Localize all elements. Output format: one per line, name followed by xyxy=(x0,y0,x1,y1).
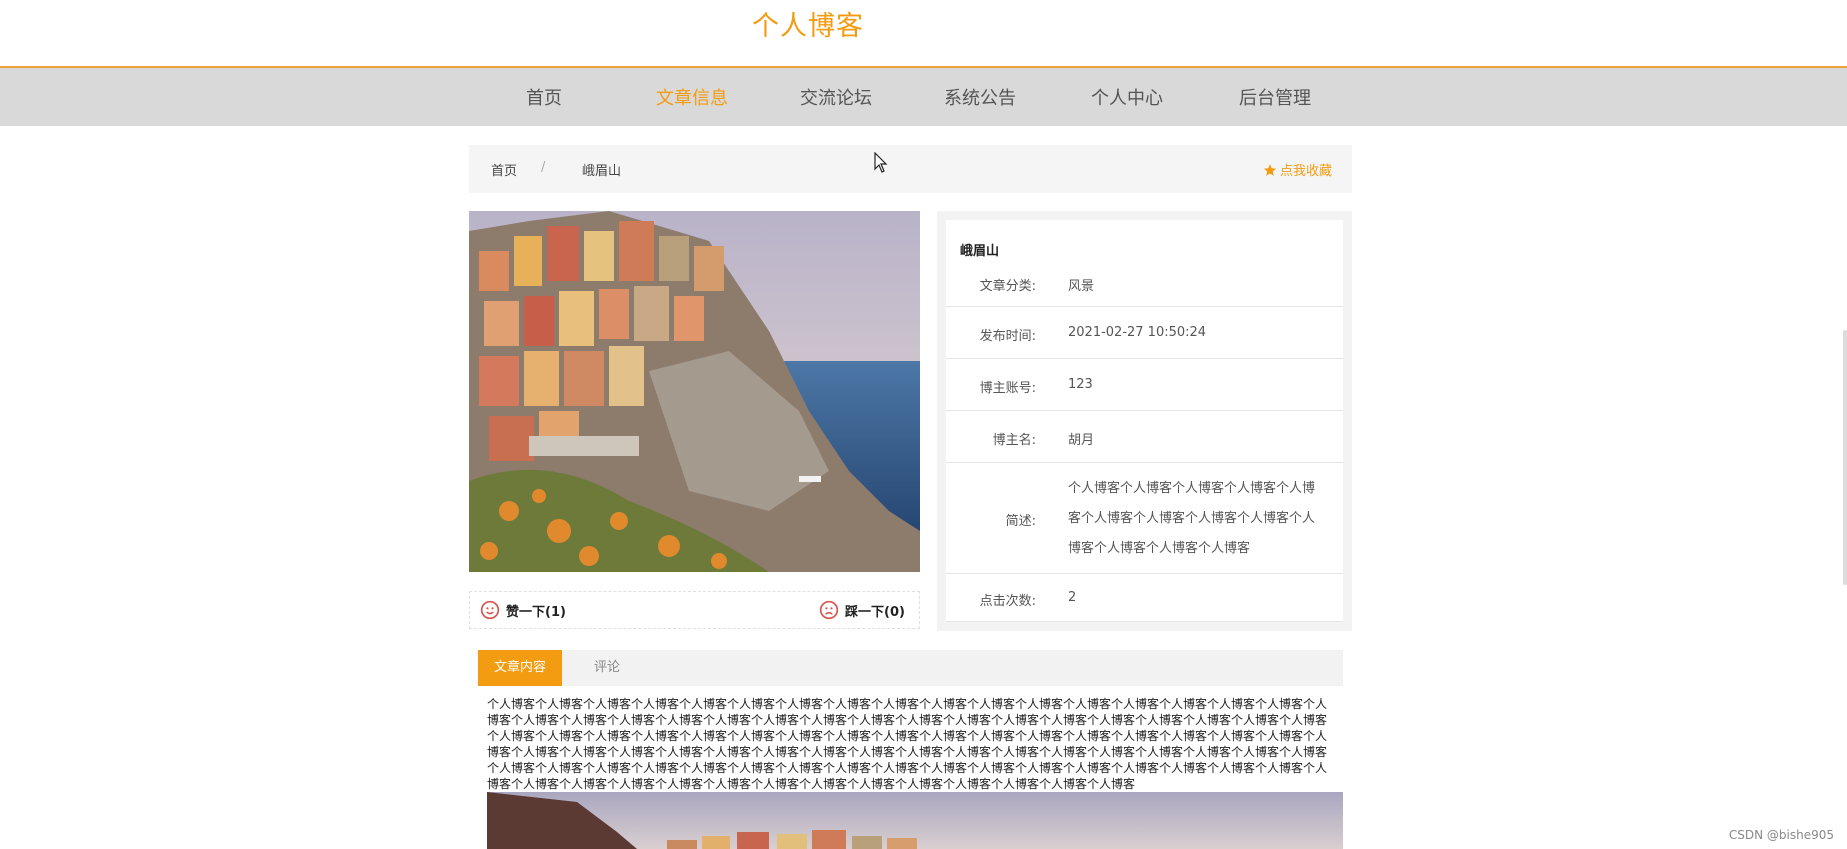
category-label: 文章分类: xyxy=(979,279,1036,294)
page-scrollbar[interactable] xyxy=(1843,330,1847,585)
tab-article-content[interactable]: 文章内容 xyxy=(478,650,563,686)
category-value: 风景 xyxy=(1068,279,1095,294)
article-inline-image xyxy=(487,792,1343,849)
clicks-label: 点击次数: xyxy=(979,594,1036,609)
account-label: 博主账号: xyxy=(979,381,1036,396)
site-header: 个人博客 xyxy=(0,0,1847,68)
nav-item-forum[interactable]: 交流论坛 xyxy=(800,84,872,110)
dislike-button[interactable]: 踩一下(0) xyxy=(819,600,905,620)
main-nav: 首页 文章信息 交流论坛 系统公告 个人中心 后台管理 xyxy=(0,68,1847,126)
like-button[interactable]: 赞一下(1) xyxy=(480,600,566,620)
nav-item-articles[interactable]: 文章信息 xyxy=(656,84,728,110)
article-info-card: 峨眉山 文章分类: 风景 发布时间: 2021-02-27 10:50:24 博… xyxy=(946,220,1343,622)
content-tabs: 文章内容 评论 xyxy=(478,650,1343,686)
nav-item-home[interactable]: 首页 xyxy=(526,84,562,110)
site-title[interactable]: 个人博客 xyxy=(752,4,864,43)
favorite-button[interactable]: 点我收藏 xyxy=(1263,160,1332,179)
breadcrumb-home[interactable]: 首页 xyxy=(491,160,517,179)
description-label: 简述: xyxy=(1005,514,1036,529)
article-title: 峨眉山 xyxy=(960,244,1000,259)
info-row-category: 文章分类: 风景 xyxy=(946,260,1343,307)
author-value: 胡月 xyxy=(1068,433,1095,448)
mouse-cursor-icon xyxy=(874,151,888,178)
info-row-account: 博主账号: 123 xyxy=(946,360,1343,411)
info-row-author: 博主名: 胡月 xyxy=(946,412,1343,463)
article-body: 个人博客个人博客个人博客个人博客个人博客个人博客个人博客个人博客个人博客个人博客… xyxy=(487,697,1328,791)
star-icon xyxy=(1263,163,1277,176)
like-label: 赞一下(1) xyxy=(506,604,566,620)
frown-icon xyxy=(819,600,839,620)
publish-time-label: 发布时间: xyxy=(979,329,1036,344)
account-value: 123 xyxy=(1068,377,1093,392)
author-label: 博主名: xyxy=(992,433,1036,448)
dislike-label: 踩一下(0) xyxy=(845,604,905,620)
article-info-panel: 峨眉山 文章分类: 风景 发布时间: 2021-02-27 10:50:24 博… xyxy=(937,211,1352,631)
info-row-clicks: 点击次数: 2 xyxy=(946,575,1343,622)
nav-item-announcements[interactable]: 系统公告 xyxy=(944,84,1016,110)
vote-bar: 赞一下(1) 踩一下(0) xyxy=(469,591,920,629)
info-row-publish-time: 发布时间: 2021-02-27 10:50:24 xyxy=(946,308,1343,359)
watermark: CSDN @bishe905 xyxy=(1728,828,1834,842)
clicks-value: 2 xyxy=(1068,590,1077,605)
publish-time-value: 2021-02-27 10:50:24 xyxy=(1068,325,1207,340)
breadcrumb-separator: / xyxy=(541,160,546,175)
breadcrumb: 首页 / 峨眉山 点我收藏 xyxy=(469,145,1352,193)
description-value: 个人博客个人博客个人博客个人博客个人博客个人博客个人博客个人博客个人博客个人博客… xyxy=(1068,481,1316,556)
breadcrumb-current: 峨眉山 xyxy=(582,164,622,179)
nav-item-admin[interactable]: 后台管理 xyxy=(1239,84,1311,110)
article-cover-image xyxy=(469,211,920,572)
favorite-label: 点我收藏 xyxy=(1279,164,1332,179)
info-row-description: 简述: 个人博客个人博客个人博客个人博客个人博客个人博客个人博客个人博客个人博客… xyxy=(946,464,1343,574)
nav-item-profile[interactable]: 个人中心 xyxy=(1091,84,1163,110)
smile-icon xyxy=(480,600,500,620)
tab-comments[interactable]: 评论 xyxy=(578,650,636,686)
